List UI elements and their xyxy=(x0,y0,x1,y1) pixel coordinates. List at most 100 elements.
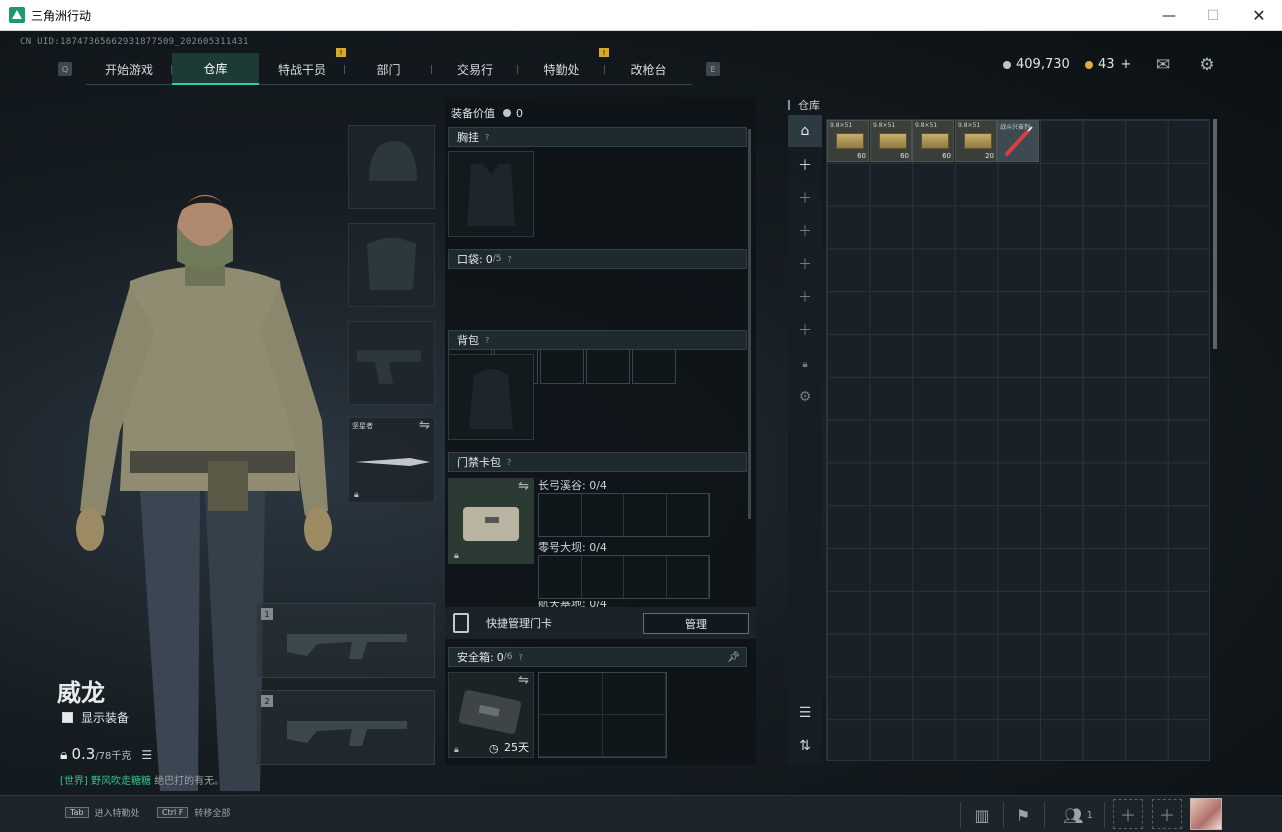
close-button[interactable]: ✕ xyxy=(1236,0,1282,31)
warehouse-scrollbar[interactable] xyxy=(1213,119,1217,349)
minimize-button[interactable]: — xyxy=(1146,0,1192,31)
tab-gunsmith[interactable]: 改枪台 xyxy=(605,53,692,85)
warehouse-grid[interactable]: 9.8×51 60 9.8×51 60 9.8×51 60 9.8×51 20 … xyxy=(826,119,1210,761)
key-area-grid[interactable] xyxy=(538,493,710,537)
armor-icon xyxy=(367,238,416,290)
flag-icon[interactable]: ⚑ xyxy=(1008,800,1038,830)
knife-icon xyxy=(355,458,430,466)
pistol-slot[interactable] xyxy=(348,321,435,405)
pin-icon[interactable]: 📌︎ xyxy=(727,652,740,663)
add-tab-button[interactable]: ＋ xyxy=(788,149,822,181)
swap-icon[interactable]: ⇋ xyxy=(518,673,529,688)
tab-trading[interactable]: 交易行 xyxy=(432,53,518,85)
show-gear-checkbox[interactable] xyxy=(62,712,73,723)
help-icon[interactable]: ? xyxy=(485,133,489,142)
scrollbar[interactable] xyxy=(748,129,751,519)
help-icon[interactable]: ? xyxy=(507,255,511,264)
inventory-item-ammo[interactable]: 9.8×51 20 xyxy=(955,120,997,162)
chest-rig-slot[interactable] xyxy=(448,151,534,237)
inventory-item-stimulant[interactable]: 战斗兴奋剂 xyxy=(997,120,1039,162)
tab-label: 特勤处 xyxy=(543,62,580,77)
swap-icon[interactable]: ⇋ xyxy=(419,418,430,433)
lock-icon: 🔒︎ xyxy=(454,745,459,755)
hint-label: 转移全部 xyxy=(194,809,231,819)
safe-box-grid[interactable] xyxy=(538,672,667,758)
hint-enter-special-ops[interactable]: Tab 进入特勤处 xyxy=(65,806,140,819)
list-icon[interactable]: ☰ xyxy=(141,748,152,762)
help-icon[interactable]: ? xyxy=(518,653,522,662)
silver-amount: 409,730 xyxy=(1016,57,1070,72)
key-hint: Ctrl F xyxy=(157,807,189,818)
tab-start-game[interactable]: 开始游戏 xyxy=(86,53,172,85)
nav-next-key[interactable]: E xyxy=(706,62,720,76)
lock-icon[interactable]: 🔒︎ xyxy=(788,348,822,380)
warehouse-tab-main[interactable]: ⌂ xyxy=(788,115,822,147)
chest-rig-icon xyxy=(467,164,515,226)
invite-slot-button[interactable]: ＋ xyxy=(1152,799,1182,829)
equipment-value-amount: 0 xyxy=(516,106,523,120)
chest-rig-header: 胸挂 ? xyxy=(448,127,747,147)
add-tab-button[interactable]: ＋ xyxy=(788,281,822,313)
gold-currency[interactable]: 43 + xyxy=(1085,57,1131,72)
safe-used: 0 xyxy=(496,650,504,664)
tab-department[interactable]: 部门 xyxy=(345,53,432,85)
squad-icon[interactable]: 👥︎ 1 xyxy=(1058,800,1098,830)
settings-gear-icon[interactable]: ⚙ xyxy=(788,381,822,413)
manage-button[interactable]: 管理 xyxy=(643,613,749,634)
uid-label: CN UID:1874736566293187750​9_20260531143… xyxy=(20,37,249,47)
show-gear-toggle[interactable]: 显示装备 xyxy=(62,709,129,726)
settings-gear-icon[interactable]: ⚙ xyxy=(1197,55,1217,75)
secondary-weapon-slot[interactable]: 2 xyxy=(256,690,435,765)
stats-chart-icon[interactable]: ▥ xyxy=(967,800,997,830)
sort-icon[interactable]: ⇅ xyxy=(788,730,822,762)
tab-special-ops[interactable]: 特勤处 ! xyxy=(518,48,609,85)
inventory-item-ammo[interactable]: 9.8×51 60 xyxy=(827,120,869,162)
backpack-slot[interactable] xyxy=(448,354,534,440)
tab-operators[interactable]: 特战干员 ! xyxy=(259,48,346,85)
maximize-button[interactable]: ☐ xyxy=(1190,0,1236,31)
item-label: 9.8×51 xyxy=(915,122,938,129)
inventory-item-ammo[interactable]: 9.8×51 60 xyxy=(870,120,912,162)
add-tab-button[interactable]: ＋ xyxy=(788,182,822,214)
swap-icon[interactable]: ⇋ xyxy=(518,479,529,494)
nav-tabs: 开始游戏 仓库 特战干员 ! 部门 交易行 特勤处 ! 改枪台 xyxy=(86,48,692,85)
primary-weapon-slot[interactable]: 1 xyxy=(256,603,435,678)
layers-icon[interactable]: ☰ xyxy=(788,697,822,729)
quick-manage-bar: 快捷管理门卡 管理 xyxy=(445,607,756,639)
add-gold-button[interactable]: + xyxy=(1121,57,1132,72)
add-tab-button[interactable]: ＋ xyxy=(788,215,822,247)
item-count: 60 xyxy=(900,152,909,160)
rifle-icon xyxy=(287,634,407,659)
safe-box-slot[interactable]: ⇋ 🔒︎ ◷ 25天 xyxy=(448,672,534,758)
helmet-slot[interactable] xyxy=(348,125,435,209)
invite-slot-button[interactable]: ＋ xyxy=(1113,799,1143,829)
slot-number: 2 xyxy=(261,695,273,707)
helmet-icon xyxy=(369,141,417,181)
item-label: 9.8×51 xyxy=(958,122,981,129)
help-icon[interactable]: ? xyxy=(507,458,511,467)
weight-value: 0.3 xyxy=(71,745,96,763)
melee-slot[interactable]: 坚星者 ⇋ 🔒︎ xyxy=(348,417,435,503)
tab-label: 交易行 xyxy=(456,62,493,77)
backpack-icon xyxy=(469,369,513,429)
keycard-case-slot[interactable]: ⇋ 🔒︎ xyxy=(448,478,534,564)
nav-prev-key[interactable]: Q xyxy=(58,62,72,76)
mail-icon[interactable]: ✉ xyxy=(1153,55,1173,75)
inventory-item-ammo[interactable]: 9.8×51 60 xyxy=(912,120,954,162)
world-chat[interactable]: [世界] 野风吹走糖糖 绝巴打的有无。 xyxy=(60,772,224,787)
help-icon[interactable]: ? xyxy=(485,336,489,345)
game-viewport: CN UID:1874736566293187750​9_20260531143… xyxy=(0,31,1282,832)
hint-transfer-all[interactable]: Ctrl F 转移全部 xyxy=(157,806,230,819)
tab-warehouse[interactable]: 仓库 xyxy=(172,53,259,85)
equipment-value-label: 装备价值 xyxy=(451,107,495,120)
armor-slot[interactable] xyxy=(348,223,435,307)
key-area-label: 零号大坝: 0/4 xyxy=(538,541,607,554)
gold-amount: 43 xyxy=(1098,57,1115,72)
player-avatar[interactable] xyxy=(1190,798,1222,830)
ammo-box-icon xyxy=(879,133,907,149)
bottom-bar: Tab 进入特勤处 Ctrl F 转移全部 ▥ ⚑ 👥︎ 1 ＋ ＋ xyxy=(0,795,1282,832)
add-tab-button[interactable]: ＋ xyxy=(788,248,822,280)
add-tab-button[interactable]: ＋ xyxy=(788,314,822,346)
key-area-grid[interactable] xyxy=(538,555,710,599)
keycard-case-header: 门禁卡包 ? xyxy=(448,452,747,472)
